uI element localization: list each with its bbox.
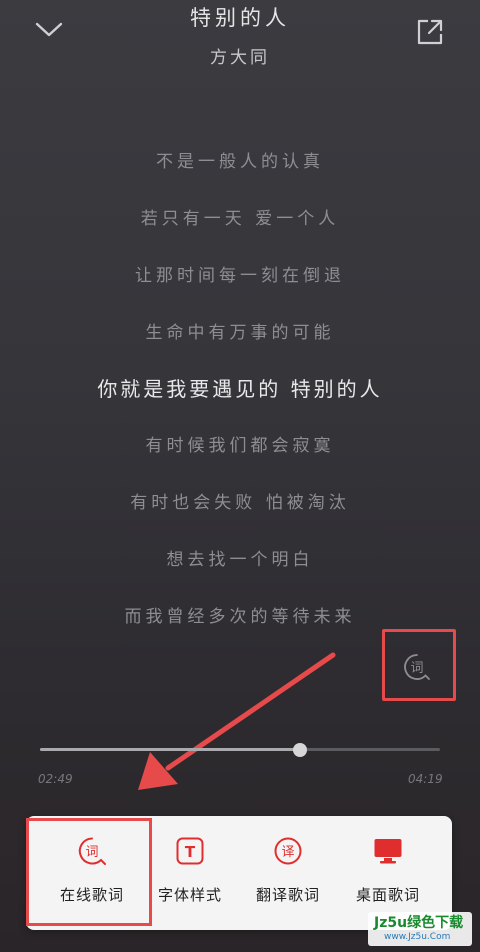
lyric-line: 生命中有万事的可能 [145,323,335,343]
current-lyric-line: 你就是我要遇见的 特别的人 [97,377,383,401]
total-time: 04:19 [408,772,443,786]
watermark-main: Jz5u绿色下载 [374,915,464,931]
progress-bar[interactable] [40,748,440,751]
lyric-line: 不是一般人的认真 [156,152,324,172]
lyric-line: 有时候我们都会寂寞 [145,436,335,456]
font-style-label: 字体样式 [157,886,222,904]
translate-lyrics-label: 翻译歌词 [255,886,320,904]
lyric-line: 若只有一天 爱一个人 [140,209,340,229]
font-style-icon: T [176,837,204,865]
watermark: Jz5u绿色下载 www.Jz5u.Com [368,912,472,946]
translate-lyrics-button[interactable]: 译 翻译歌词 [238,816,338,930]
desktop-lyrics-icon [374,839,402,864]
player-header: 特别的人 方大同 [0,0,480,80]
lyric-line: 有时也会失败 怕被淘汰 [130,493,350,513]
lyric-line: 想去找一个明白 [166,550,314,570]
share-icon[interactable] [416,18,444,46]
song-title: 特别的人 [190,6,290,30]
progress-fill [40,748,300,751]
highlight-box [26,818,152,926]
watermark-sub: www.Jz5u.Com [384,932,451,942]
elapsed-time: 02:49 [38,772,73,786]
lyric-line: 而我曾经多次的等待未来 [124,607,356,627]
desktop-lyrics-label: 桌面歌词 [355,886,420,904]
translate-lyrics-glyph: 译 [281,845,294,860]
song-artist: 方大同 [210,48,270,68]
arrow-pointer [138,652,336,790]
font-style-glyph: T [185,843,196,861]
translate-lyrics-icon: 译 [274,837,302,865]
lyric-line: 让那时间每一刻在倒退 [135,266,345,286]
highlight-box [382,629,456,701]
progress-thumb[interactable] [293,743,307,757]
font-style-button[interactable]: T 字体样式 [140,816,240,930]
